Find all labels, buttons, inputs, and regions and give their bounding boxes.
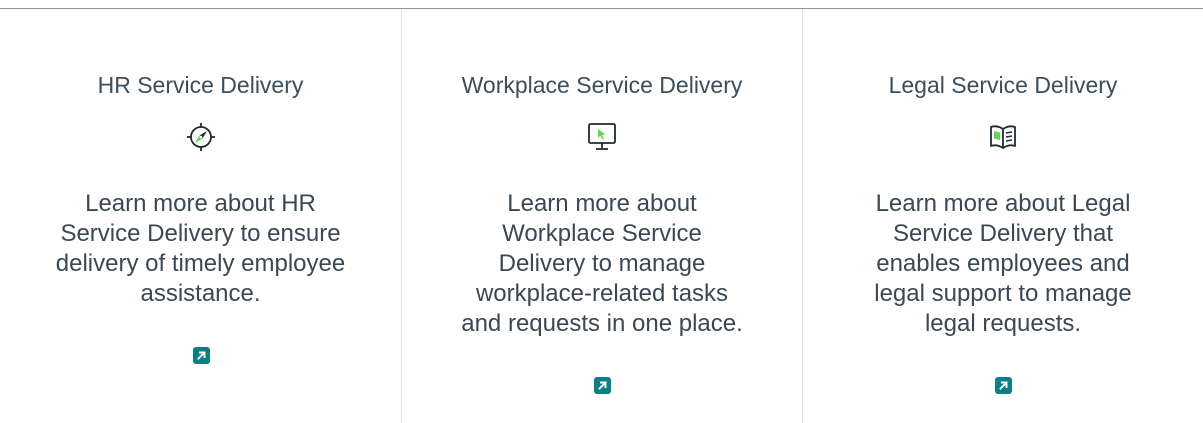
open-link-button[interactable] xyxy=(192,347,210,364)
card-description: Learn more about Legal Service Delivery … xyxy=(874,190,1132,337)
compass-icon xyxy=(185,121,217,153)
monitor-cursor-icon xyxy=(586,121,618,153)
card-description: Learn more about Workplace Service Deliv… xyxy=(461,190,743,337)
open-link-button[interactable] xyxy=(995,377,1012,394)
card-title: Legal Service Delivery xyxy=(888,72,1118,98)
open-link-button[interactable] xyxy=(594,377,611,394)
card-title: Workplace Service Delivery xyxy=(461,72,743,98)
service-cards: HR Service Delivery Learn more about HR … xyxy=(0,9,1203,423)
card-hr-service-delivery: HR Service Delivery Learn more about HR … xyxy=(0,9,401,423)
card-description: Learn more about HR Service Delivery to … xyxy=(55,190,346,307)
open-book-icon xyxy=(987,121,1019,153)
card-title: HR Service Delivery xyxy=(97,72,304,98)
arrow-up-right-icon xyxy=(598,381,607,390)
arrow-up-right-icon xyxy=(196,351,206,360)
card-legal-service-delivery: Legal Service Delivery Learn more about … xyxy=(802,9,1203,423)
arrow-up-right-icon xyxy=(999,381,1008,390)
card-workplace-service-delivery: Workplace Service Delivery Learn more ab… xyxy=(401,9,802,423)
